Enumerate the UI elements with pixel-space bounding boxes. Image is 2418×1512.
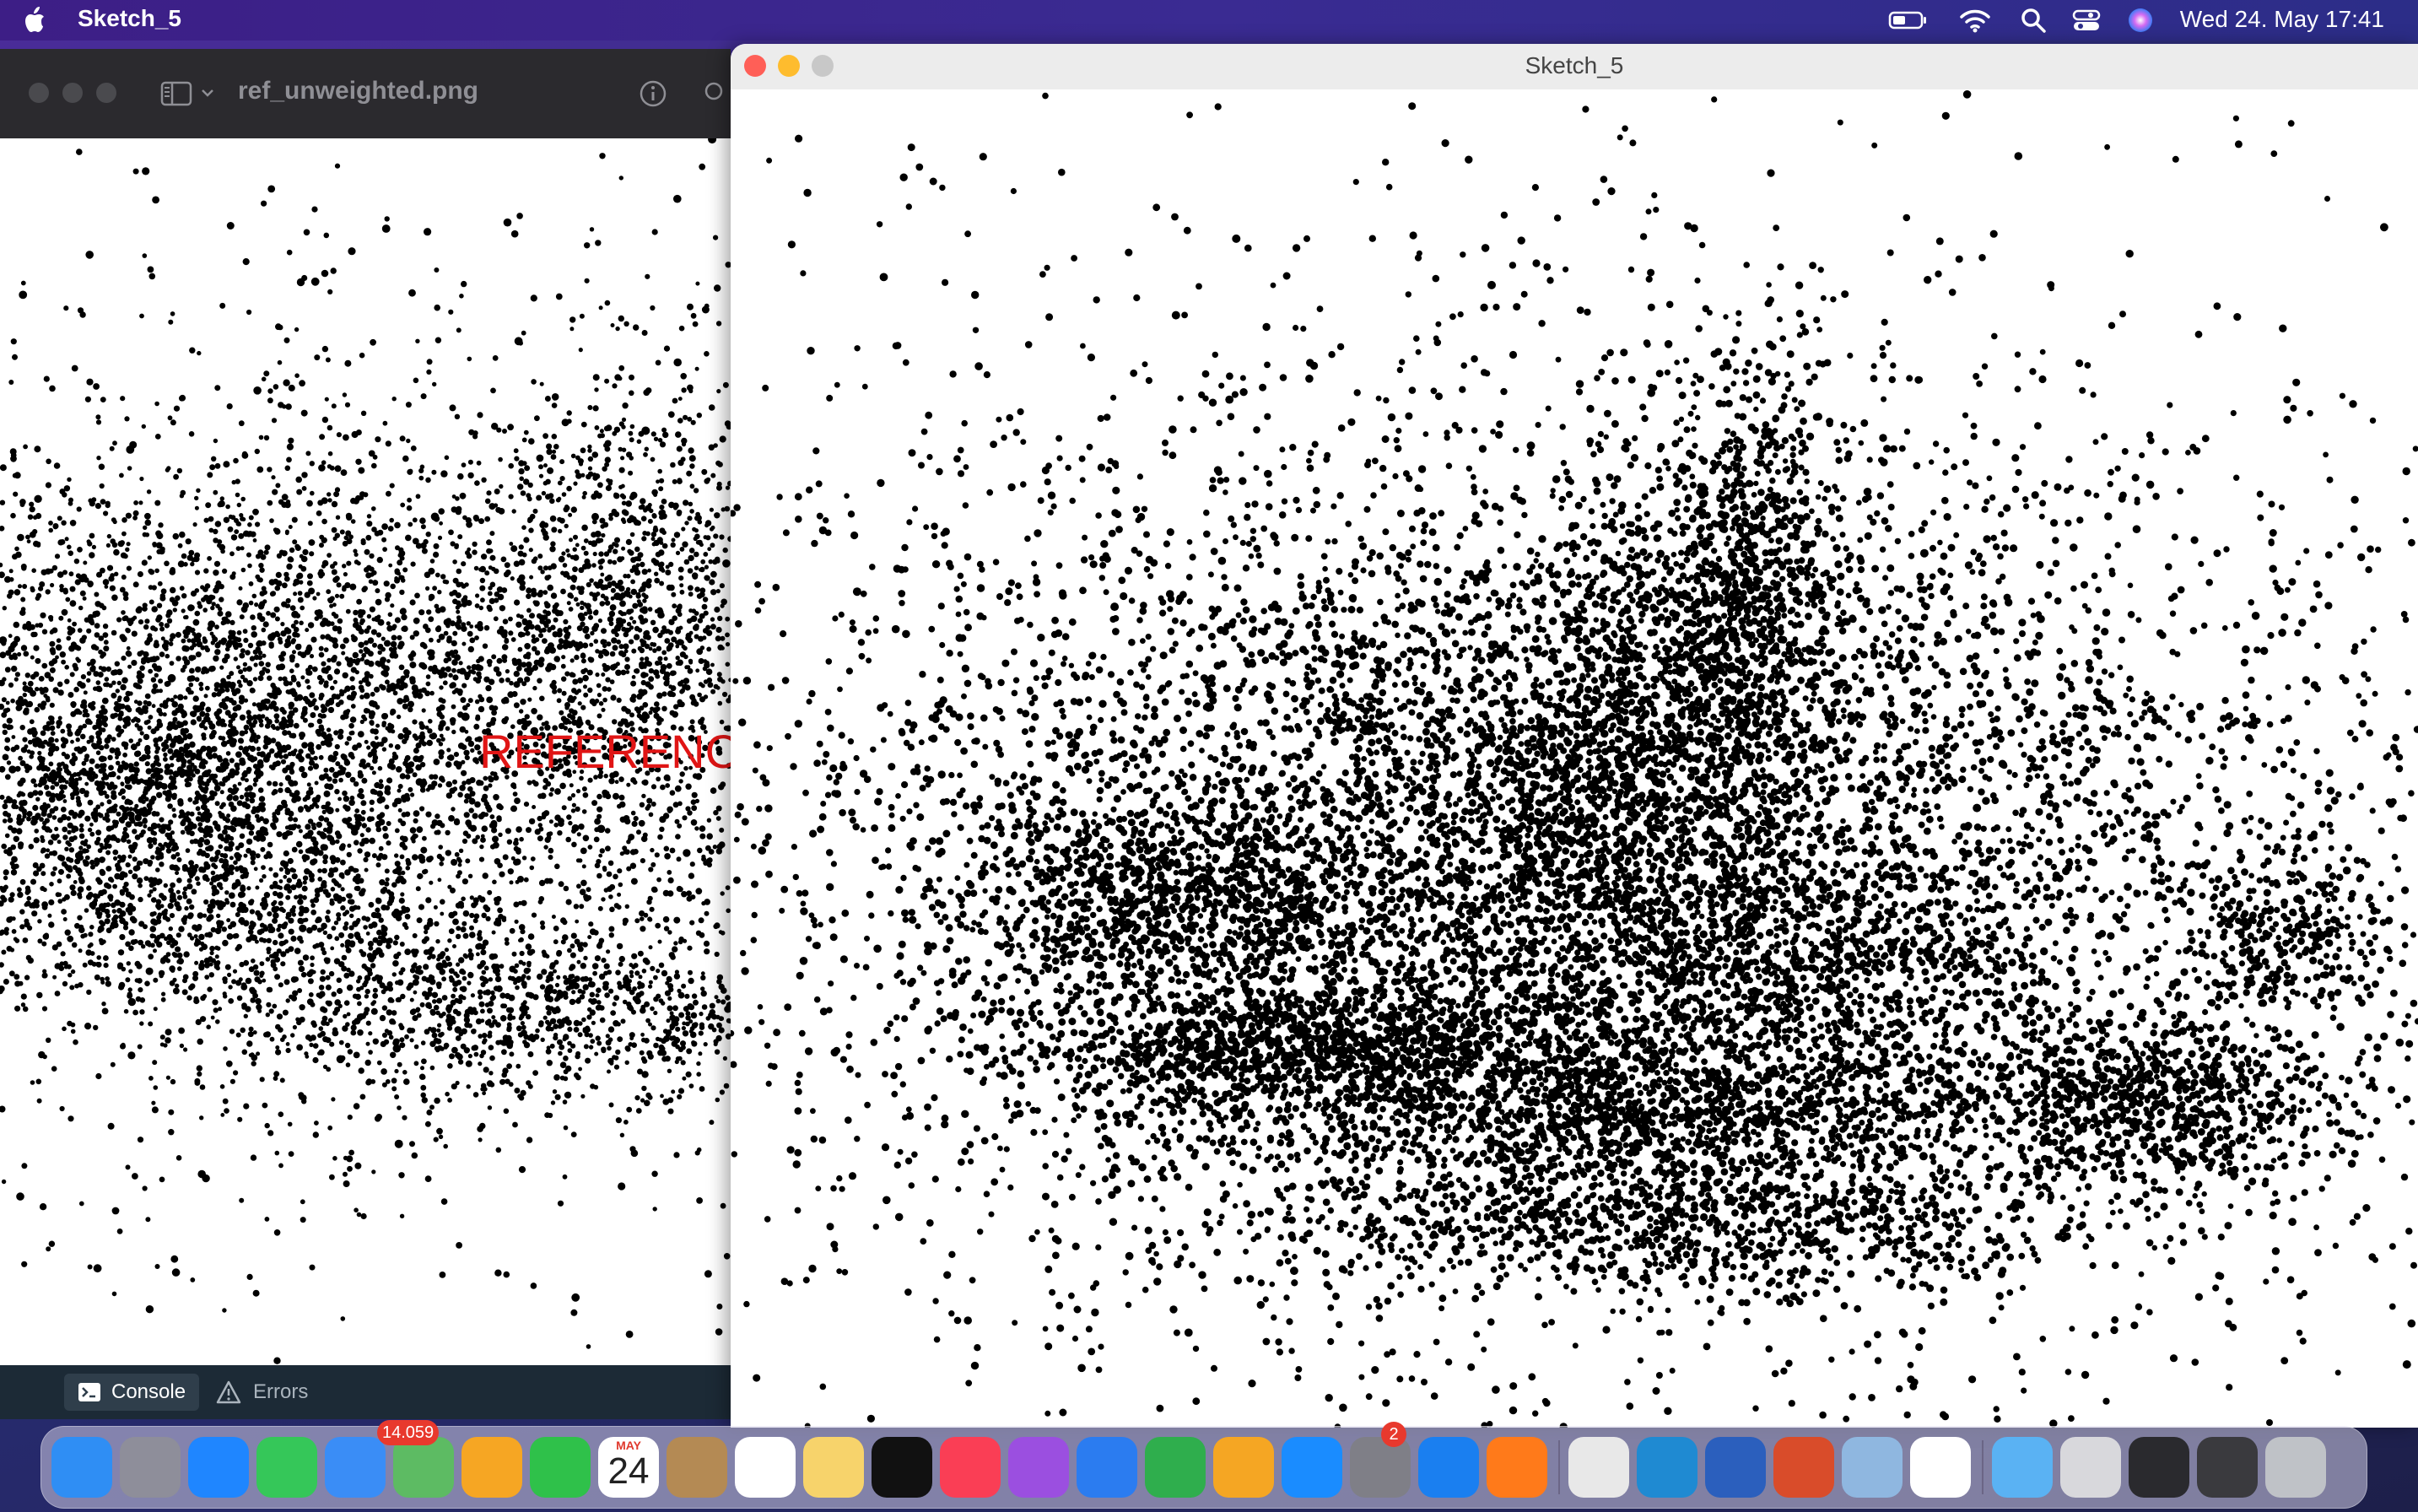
minimize-button[interactable] [62,83,83,103]
info-icon[interactable] [639,79,667,108]
calendar-day: 24 [598,1450,659,1493]
sketch-titlebar[interactable]: Sketch_5 [731,44,2418,90]
window-title: Sketch_5 [731,52,2418,79]
dock-preview-icon[interactable] [1842,1437,1903,1498]
sidebar-toggle-icon[interactable] [160,81,192,106]
dock-window-3-icon[interactable] [2197,1437,2258,1498]
dock-mail-icon[interactable] [325,1437,386,1498]
dock-launchpad-icon[interactable] [120,1437,181,1498]
dock-podcasts-icon[interactable] [1008,1437,1069,1498]
dock-contacts-icon[interactable] [667,1437,727,1498]
menu-clock[interactable]: Wed 24. May 17:41 [2180,6,2384,33]
window-title: ref_unweighted.png [238,77,478,105]
dock-folder-icon[interactable] [1992,1437,2053,1498]
dock-reminders-icon[interactable] [735,1437,796,1498]
dock-finder-icon[interactable] [51,1437,112,1498]
dock-maps-icon[interactable] [393,1437,454,1498]
menu-bar: Sketch_5 Wed 24. May 17:41 [0,0,2418,40]
dock-window-2-icon[interactable] [2129,1437,2189,1498]
dock-window-1-icon[interactable] [2060,1437,2121,1498]
console-bar: Console Errors [0,1365,731,1419]
dock-tv-icon[interactable] [872,1437,932,1498]
dock-instruments-icon[interactable] [1773,1437,1834,1498]
settings-badge: 2 [1381,1422,1406,1447]
control-center-icon[interactable] [2072,7,2101,34]
dock-app-store-icon[interactable] [1282,1437,1342,1498]
dock-facetime-icon[interactable] [530,1437,591,1498]
warning-icon [216,1380,241,1404]
dock-word-icon[interactable] [1705,1437,1766,1498]
apple-icon[interactable] [20,3,51,37]
siri-icon[interactable] [2126,7,2155,34]
dock-processing-icon[interactable] [1910,1437,1971,1498]
preview-titlebar[interactable]: ref_unweighted.png [0,49,731,138]
dock-safari-icon[interactable] [188,1437,249,1498]
wifi-icon[interactable] [1959,7,1991,34]
dock-chrome-icon[interactable] [1568,1437,1629,1498]
dock-photos-icon[interactable] [461,1437,522,1498]
chevron-down-icon[interactable] [201,88,214,98]
dock: MAY 24 14.059 2 [40,1420,2367,1509]
battery-icon[interactable] [1888,7,1929,34]
console-tab-label: Console [111,1380,186,1404]
dock-numbers-icon[interactable] [1145,1437,1206,1498]
console-icon [78,1383,100,1401]
menu-app-name[interactable]: Sketch_5 [78,5,181,32]
zoom-button[interactable] [96,83,116,103]
sketch-window: Sketch_5 [731,44,2418,1428]
dock-pages-icon[interactable] [1213,1437,1274,1498]
dock-notes-icon[interactable] [803,1437,864,1498]
reference-overlay-label: REFERENCE [479,724,731,779]
dock-system-settings-icon[interactable] [1350,1437,1411,1498]
stipple-canvas[interactable] [731,89,2418,1428]
dock-xcode-icon[interactable] [1418,1437,1479,1498]
dock-firefox-icon[interactable] [1487,1437,1547,1498]
dock-messages-icon[interactable] [256,1437,317,1498]
errors-tab-label: Errors [253,1380,308,1404]
console-tab[interactable]: Console [64,1374,199,1411]
close-button[interactable] [29,83,49,103]
dock-separator [1558,1440,1560,1494]
dock-vs-code-icon[interactable] [1637,1437,1697,1498]
mail-badge: 14.059 [377,1420,440,1445]
dock-keynote-icon[interactable] [1077,1437,1137,1498]
dock-trash-icon[interactable] [2265,1437,2326,1498]
search-icon[interactable] [702,79,731,108]
spotlight-search-icon[interactable] [2020,7,2047,34]
dock-separator [1982,1440,1984,1494]
dock-calendar-icon[interactable]: MAY 24 [598,1437,659,1498]
dock-music-icon[interactable] [940,1437,1001,1498]
preview-window: ref_unweighted.png REFERENCE [0,49,731,1365]
